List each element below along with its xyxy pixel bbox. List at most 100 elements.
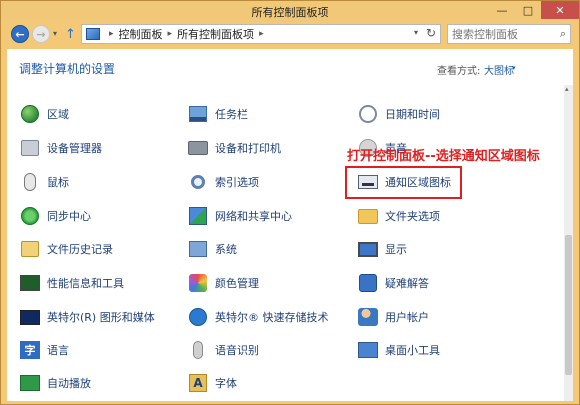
microphone-icon — [187, 339, 209, 361]
item-label: 性能信息和工具 — [47, 277, 124, 290]
item-label: 系统 — [215, 243, 237, 256]
item-label: 区域 — [47, 108, 69, 121]
globe-icon — [19, 103, 41, 125]
item-sync-center[interactable]: 同步中心 — [19, 205, 91, 227]
sync-icon — [19, 205, 41, 227]
view-by-label: 查看方式: — [437, 66, 481, 77]
item-region[interactable]: 区域 — [19, 103, 69, 125]
item-speech-recognition[interactable]: 语音识别 — [187, 339, 259, 361]
breadcrumb-control-panel[interactable]: 控制面板 — [119, 26, 163, 42]
folder-icon — [357, 205, 379, 227]
annotation-highlight-box — [345, 166, 462, 199]
forward-button[interactable]: → — [32, 25, 50, 43]
item-label: 字体 — [215, 377, 237, 390]
display-icon — [357, 238, 379, 260]
search-box[interactable]: ⌕ — [447, 24, 571, 44]
maximize-button[interactable]: □ — [515, 1, 541, 19]
vertical-scrollbar[interactable]: ▴ — [564, 85, 573, 401]
printer-icon — [187, 137, 209, 159]
item-label: 索引选项 — [215, 176, 259, 189]
mouse-icon — [19, 171, 41, 193]
item-label: 文件历史记录 — [47, 243, 113, 256]
performance-icon — [19, 272, 41, 294]
item-intel-graphics[interactable]: 英特尔(R) 图形和媒体 — [19, 306, 155, 328]
search-input[interactable] — [448, 25, 548, 43]
page-title: 调整计算机的设置 — [19, 62, 116, 76]
item-troubleshooting[interactable]: 疑难解答 — [357, 272, 429, 294]
autoplay-icon — [19, 372, 41, 394]
intel-graphics-icon — [19, 306, 41, 328]
refresh-icon[interactable]: ↻ — [426, 26, 436, 40]
item-mouse[interactable]: 鼠标 — [19, 171, 69, 193]
item-label: 颜色管理 — [215, 277, 259, 290]
item-taskbar[interactable]: 任务栏 — [187, 103, 248, 125]
item-performance[interactable]: 性能信息和工具 — [19, 272, 124, 294]
item-label: 疑难解答 — [385, 277, 429, 290]
item-folder-options[interactable]: 文件夹选项 — [357, 205, 440, 227]
minimize-button[interactable]: — — [489, 1, 515, 19]
font-icon: A — [187, 372, 209, 394]
content-header: 调整计算机的设置 查看方式: 大图标 ▾ — [7, 49, 573, 85]
item-label: 文件夹选项 — [385, 210, 440, 223]
language-icon: 字 — [19, 339, 41, 361]
item-label: 日期和时间 — [385, 108, 440, 121]
item-user-accounts[interactable]: 用户帐户 — [357, 306, 429, 328]
scroll-up-arrow-icon[interactable]: ▴ — [565, 85, 569, 93]
content-pane: 调整计算机的设置 查看方式: 大图标 ▾ 区域 任务栏 日期和时间 设备管理器 … — [7, 49, 573, 401]
control-panel-window: 所有控制面板项 — □ ✕ ← → ▾ ↑ ▸ 控制面板 ▸ 所有控制面板项 ▸… — [0, 0, 580, 405]
item-file-history[interactable]: 文件历史记录 — [19, 238, 113, 260]
item-label: 显示 — [385, 243, 407, 256]
item-autoplay[interactable]: 自动播放 — [19, 372, 91, 394]
back-button[interactable]: ← — [11, 25, 29, 43]
up-button[interactable]: ↑ — [65, 27, 76, 42]
item-label: 桌面小工具 — [385, 344, 440, 357]
user-accounts-icon — [357, 306, 379, 328]
item-label: 语音识别 — [215, 344, 259, 357]
item-label: 设备管理器 — [47, 142, 102, 155]
item-label: 任务栏 — [215, 108, 248, 121]
item-system[interactable]: 系统 — [187, 238, 237, 260]
close-button[interactable]: ✕ — [541, 1, 579, 19]
navigation-bar: ← → ▾ ↑ ▸ 控制面板 ▸ 所有控制面板项 ▸ ▾ ↻ ⌕ — [1, 21, 579, 47]
search-icon[interactable]: ⌕ — [560, 27, 566, 41]
address-dropdown-icon[interactable]: ▾ — [414, 28, 418, 37]
scroll-thumb[interactable] — [565, 235, 572, 375]
taskbar-icon — [187, 103, 209, 125]
gadgets-icon — [357, 339, 379, 361]
item-date-time[interactable]: 日期和时间 — [357, 103, 440, 125]
item-label: 同步中心 — [47, 210, 91, 223]
item-network-sharing[interactable]: 网络和共享中心 — [187, 205, 292, 227]
item-intel-rst[interactable]: 英特尔® 快速存储技术 — [187, 306, 329, 328]
item-display[interactable]: 显示 — [357, 238, 407, 260]
tutorial-annotation: 打开控制面板--选择通知区域图标 — [347, 149, 540, 164]
item-indexing-options[interactable]: 索引选项 — [187, 171, 259, 193]
item-devices-printers[interactable]: 设备和打印机 — [187, 137, 281, 159]
indexing-icon — [187, 171, 209, 193]
address-bar[interactable]: ▸ 控制面板 ▸ 所有控制面板项 ▸ ▾ ↻ — [81, 24, 441, 44]
item-desktop-gadgets[interactable]: 桌面小工具 — [357, 339, 440, 361]
control-panel-icon — [86, 28, 100, 40]
item-label: 自动播放 — [47, 377, 91, 390]
item-label: 鼠标 — [47, 176, 69, 189]
recent-pages-dropdown-icon[interactable]: ▾ — [53, 29, 57, 38]
view-by-dropdown-icon[interactable]: ▾ — [512, 64, 516, 72]
clock-icon — [357, 103, 379, 125]
breadcrumb-separator-icon[interactable]: ▸ — [259, 29, 264, 39]
item-label: 语言 — [47, 344, 69, 357]
breadcrumb-separator-icon[interactable]: ▸ — [168, 29, 173, 39]
troubleshooting-icon — [357, 272, 379, 294]
breadcrumb-separator-icon: ▸ — [109, 29, 114, 39]
intel-rst-icon — [187, 306, 209, 328]
view-by-selector[interactable]: 大图标 — [484, 62, 514, 77]
network-icon — [187, 205, 209, 227]
item-label: 用户帐户 — [385, 311, 429, 324]
item-language[interactable]: 字 语言 — [19, 339, 69, 361]
item-label: 设备和打印机 — [215, 142, 281, 155]
item-fonts[interactable]: A 字体 — [187, 372, 237, 394]
item-device-manager[interactable]: 设备管理器 — [19, 137, 102, 159]
file-history-icon — [19, 238, 41, 260]
color-management-icon — [187, 272, 209, 294]
item-label: 英特尔® 快速存储技术 — [215, 311, 329, 324]
item-color-management[interactable]: 颜色管理 — [187, 272, 259, 294]
breadcrumb-all-items[interactable]: 所有控制面板项 — [177, 26, 254, 42]
